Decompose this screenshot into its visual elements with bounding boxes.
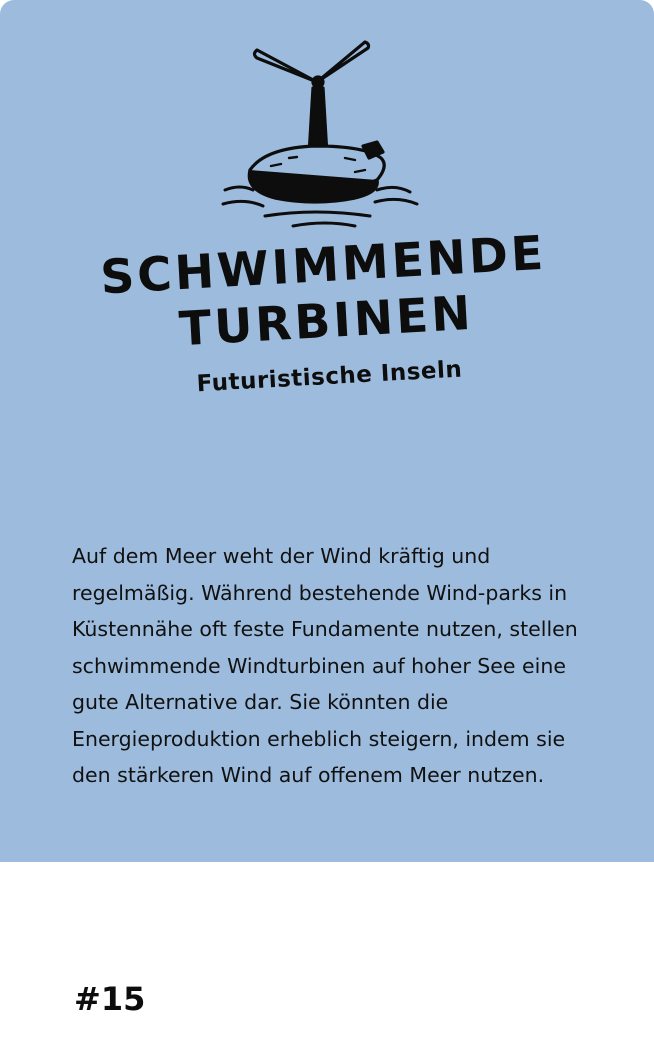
- card-description: Auf dem Meer weht der Wind kräftig und r…: [72, 544, 578, 787]
- card-number: #15: [74, 980, 146, 1018]
- card-heading: SCHWIMMENDE TURBINEN Futuristische Insel…: [0, 220, 654, 408]
- card-top-panel: SCHWIMMENDE TURBINEN Futuristische Insel…: [0, 0, 654, 862]
- floating-wind-turbine-icon: [221, 40, 419, 228]
